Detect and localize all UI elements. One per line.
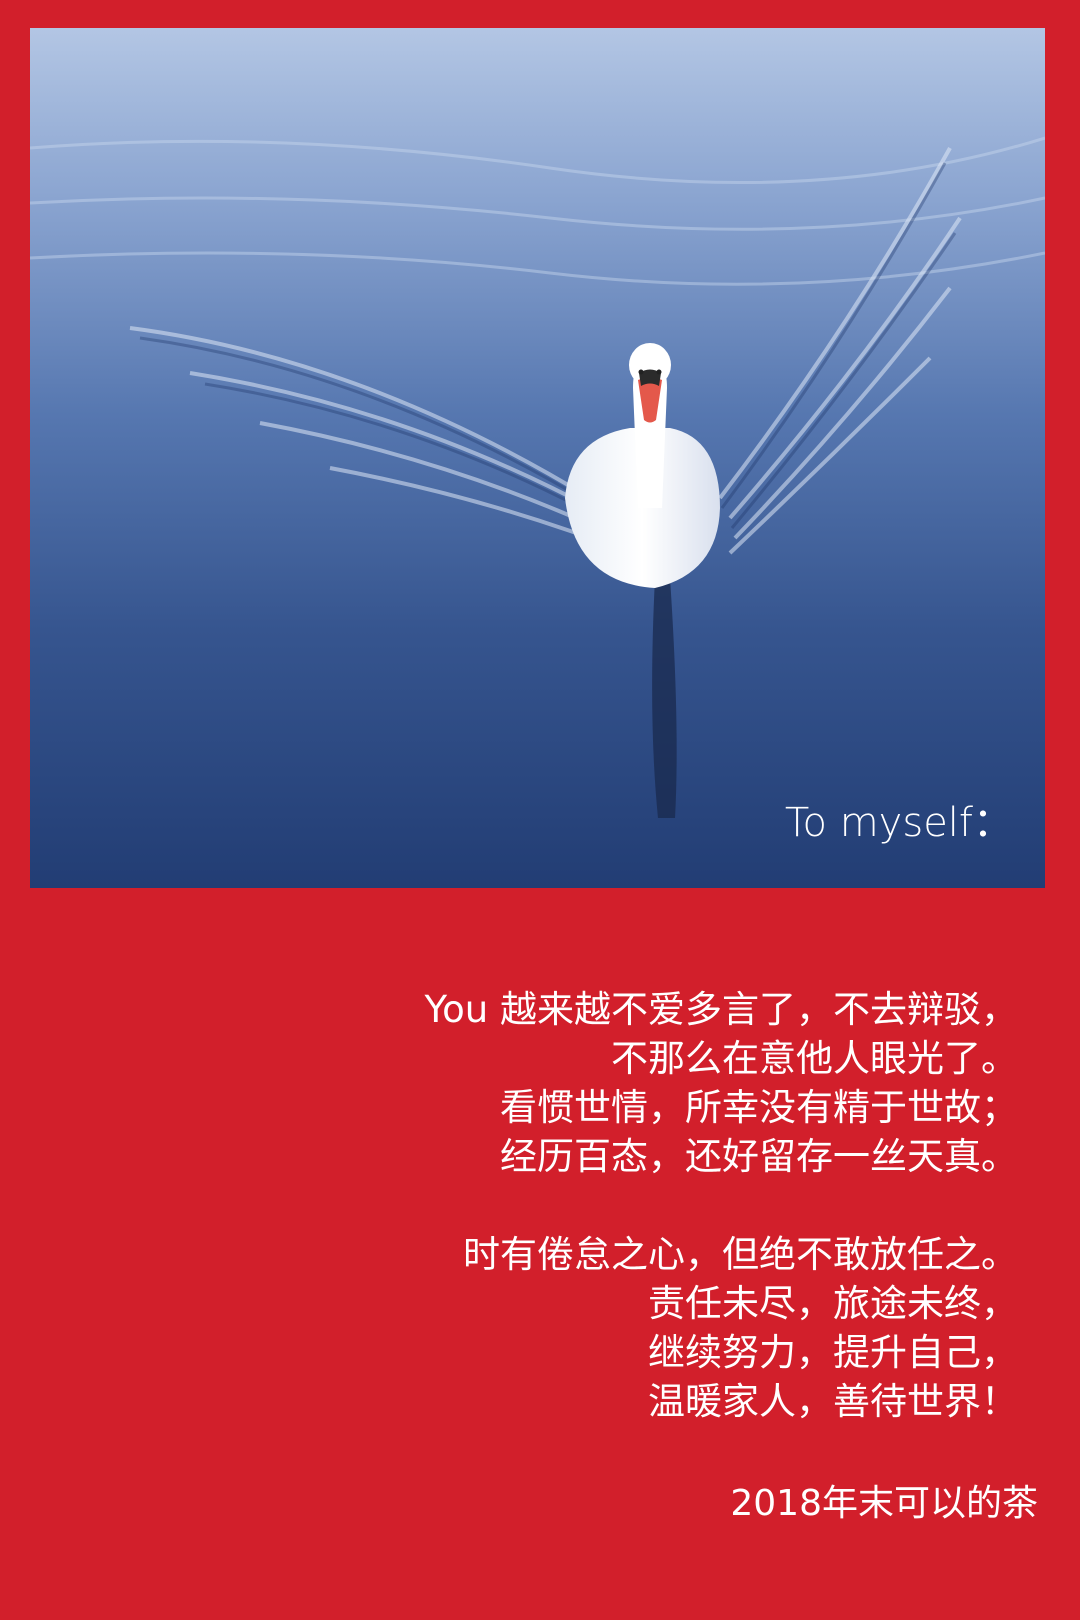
poem-line: 经历百态，还好留存一丝天真。 (500, 1135, 1018, 1178)
poem-text: You 越来越不爱多言了，不去辩驳， 不那么在意他人眼光了。 看惯世情，所幸没有… (118, 985, 1018, 1426)
poem-line: 看惯世情，所幸没有精于世故； (500, 1086, 1018, 1129)
swan-photo: To myself： (30, 28, 1045, 888)
poem-line: 责任未尽，旅途未终， (648, 1282, 1018, 1325)
poem-line: 时有倦怠之心，但绝不敢放任之。 (463, 1233, 1018, 1276)
poem-line: You 越来越不爱多言了，不去辩驳， (424, 988, 1018, 1031)
swan-illustration (30, 28, 1045, 888)
stanza-gap (118, 1181, 1018, 1230)
signature: 2018年末可以的茶 (730, 1483, 1038, 1524)
poem-line: 不那么在意他人眼光了。 (611, 1037, 1018, 1080)
poem-line: 继续努力，提升自己， (648, 1331, 1018, 1374)
poster-card: To myself： You 越来越不爱多言了，不去辩驳， 不那么在意他人眼光了… (0, 0, 1080, 1620)
poem-line: 温暖家人，善待世界！ (648, 1380, 1018, 1423)
photo-caption: To myself： (784, 800, 1013, 846)
